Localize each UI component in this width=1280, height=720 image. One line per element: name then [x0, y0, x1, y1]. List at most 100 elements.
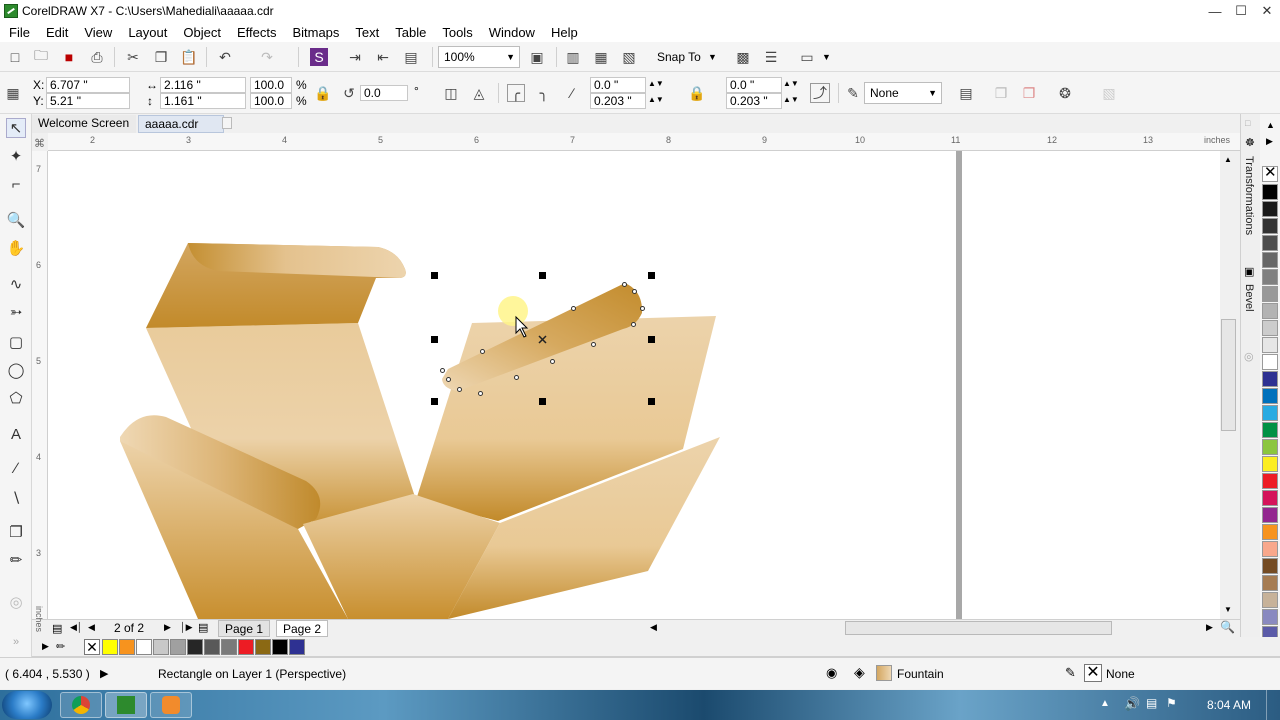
options-icon[interactable]: ☰ — [762, 48, 780, 66]
undo-icon[interactable]: ↶ — [216, 48, 234, 66]
zoom-tool-icon[interactable]: 🔍 — [6, 210, 26, 230]
spinner-icon[interactable]: ▲▼ — [783, 93, 799, 107]
fill-bucket-icon[interactable]: ◈ — [854, 664, 865, 681]
wrap-text-icon[interactable]: ▤ — [957, 84, 975, 102]
palette-swatch[interactable] — [1262, 490, 1278, 506]
pick-tool-icon[interactable]: ↖ — [6, 118, 26, 138]
first-page-icon[interactable]: ◀│ — [70, 622, 83, 633]
start-button[interactable] — [2, 691, 52, 719]
copy-icon[interactable]: ❐ — [152, 48, 170, 66]
height-field[interactable]: 1.161 " — [160, 93, 246, 109]
palette-swatch[interactable] — [1262, 422, 1278, 438]
menu-help[interactable]: Help — [551, 25, 587, 40]
menu-text[interactable]: Text — [355, 25, 388, 40]
box-illustration[interactable] — [48, 151, 1220, 619]
show-rulers-icon[interactable]: ▥ — [564, 48, 582, 66]
outline-pen-icon[interactable]: ✎ — [1065, 665, 1076, 681]
taskbar-clock[interactable]: 8:04 AM — [1207, 698, 1251, 712]
horizontal-scroll-thumb[interactable] — [845, 621, 1112, 635]
menu-effects[interactable]: Effects — [237, 25, 286, 40]
tab-welcome-screen[interactable]: Welcome Screen — [32, 115, 136, 133]
expand-toolbox-icon[interactable]: » — [6, 632, 26, 652]
palette-swatch[interactable] — [1262, 354, 1278, 370]
curve-node[interactable] — [446, 377, 451, 382]
curve-node[interactable] — [480, 349, 485, 354]
mirror-vertical-icon[interactable]: ◬ — [470, 84, 488, 102]
menu-window[interactable]: Window — [489, 25, 544, 40]
selection-handle-right[interactable] — [648, 336, 655, 343]
palette-swatch[interactable] — [1262, 541, 1278, 557]
mirror-horizontal-icon[interactable]: ◫ — [442, 84, 460, 102]
menu-object[interactable]: Object — [183, 25, 230, 40]
convert-to-curves-icon[interactable]: ❂ — [1056, 84, 1074, 102]
curve-node[interactable] — [571, 306, 576, 311]
vertical-scroll-thumb[interactable] — [1221, 319, 1236, 431]
corner-radius-top-left-field[interactable]: 0.0 " — [590, 77, 646, 93]
print-icon[interactable]: ⎙ — [88, 48, 106, 66]
chevron-down-icon[interactable]: ▼ — [708, 50, 717, 64]
palette-swatch[interactable] — [1262, 456, 1278, 472]
doc-palette-swatch[interactable] — [153, 639, 169, 655]
eyedropper-tool-icon[interactable]: ✏ — [6, 550, 26, 570]
status-menu-icon[interactable]: ▶ — [100, 667, 108, 680]
curve-node[interactable] — [550, 359, 555, 364]
doc-palette-swatch[interactable] — [238, 639, 254, 655]
curve-node[interactable] — [632, 289, 637, 294]
palette-swatch[interactable] — [1262, 473, 1278, 489]
scale-height-field[interactable]: 100.0 — [250, 93, 292, 109]
scroll-down-icon[interactable]: ▼ — [1224, 605, 1232, 614]
drawing-canvas[interactable] — [48, 151, 1220, 619]
palette-swatch[interactable] — [1262, 184, 1278, 200]
tab-aaaaa-cdr[interactable]: aaaaa.cdr — [138, 115, 224, 133]
doc-palette-swatch[interactable] — [204, 639, 220, 655]
parallel-dimension-icon[interactable]: ∕ — [6, 458, 26, 478]
taskbar-app[interactable] — [150, 692, 192, 718]
new-tab-icon[interactable] — [222, 117, 232, 129]
relative-corner-scaling-icon[interactable]: ⤴ — [810, 83, 830, 103]
no-fill-swatch[interactable]: ✕ — [84, 639, 100, 655]
palette-swatch[interactable] — [1262, 218, 1278, 234]
palette-swatch[interactable] — [1262, 439, 1278, 455]
corner-radius-bottom-right-field[interactable]: 0.203 " — [726, 93, 782, 109]
selection-handle-left[interactable] — [431, 336, 438, 343]
text-tool-icon[interactable]: A — [6, 424, 26, 444]
color-proof-icon[interactable]: ◉ — [826, 665, 837, 681]
palette-swatch[interactable] — [1262, 235, 1278, 251]
doc-palette-swatch[interactable] — [102, 639, 118, 655]
cut-icon[interactable]: ✂ — [124, 48, 142, 66]
selection-handle-top[interactable] — [539, 272, 546, 279]
palette-menu-icon[interactable]: ▶ — [1266, 136, 1273, 147]
full-screen-preview-icon[interactable]: ▣ — [528, 48, 546, 66]
show-grid-icon[interactable]: ▦ — [592, 48, 610, 66]
curve-node[interactable] — [640, 306, 645, 311]
doc-palette-swatch[interactable] — [187, 639, 203, 655]
scale-width-field[interactable]: 100.0 — [250, 77, 292, 93]
snap-to-label[interactable]: Snap To — [657, 50, 701, 64]
x-position-field[interactable]: 6.707 " — [46, 77, 130, 93]
curve-node[interactable] — [457, 387, 462, 392]
palette-swatch[interactable] — [1262, 371, 1278, 387]
ruler-origin-icon[interactable]: ⌘ — [34, 137, 45, 150]
lock-corners-icon[interactable]: 🔒 — [688, 84, 706, 102]
open-folder-icon[interactable]: 🗀 — [32, 47, 50, 66]
rectangle-tool-icon[interactable]: ▢ — [6, 332, 26, 352]
minimize-button[interactable]: — — [1202, 0, 1228, 22]
tray-show-hidden-icon[interactable]: ▲ — [1100, 698, 1110, 709]
previous-page-icon[interactable]: ◀ — [88, 622, 95, 633]
doc-palette-swatch[interactable] — [272, 639, 288, 655]
object-origin-icon[interactable]: ▦ — [4, 84, 22, 102]
search-content-icon[interactable]: S — [310, 48, 328, 66]
volume-icon[interactable]: 🔊 — [1124, 696, 1140, 712]
palette-swatch[interactable] — [1262, 405, 1278, 421]
pan-tool-icon[interactable]: ✋ — [6, 238, 26, 258]
welcome-screen-icon[interactable]: ▩ — [734, 48, 752, 66]
docker-icon[interactable]: □ — [1245, 118, 1250, 128]
corner-radius-top-right-field[interactable]: 0.0 " — [726, 77, 782, 93]
palette-swatch[interactable] — [1262, 507, 1278, 523]
bevel-icon[interactable]: ▣ — [1244, 265, 1254, 278]
selection-handle-top-right[interactable] — [648, 272, 655, 279]
page-tab-page1[interactable]: Page 1 — [218, 620, 271, 637]
lock-ratio-icon[interactable]: 🔒 — [314, 84, 332, 102]
curve-node[interactable] — [478, 391, 483, 396]
palette-swatch[interactable] — [1262, 337, 1278, 353]
